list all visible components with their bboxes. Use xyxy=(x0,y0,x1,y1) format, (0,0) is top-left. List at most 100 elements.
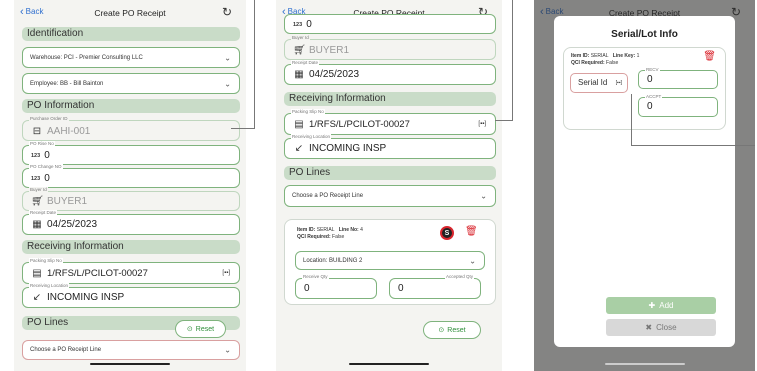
plus-icon: ✚ xyxy=(648,301,656,310)
screen-create-po-receipt-1: ‹ Back Create PO Receipt ↻ Identificatio… xyxy=(14,0,246,371)
item-id-label: Item ID: xyxy=(571,53,590,59)
receiving-location-field[interactable]: Receiving Location ↙ INCOMING INSP xyxy=(22,283,240,308)
home-indicator xyxy=(90,363,170,365)
po-change-value: 0 xyxy=(44,173,50,184)
buyer-label: Buyer Id xyxy=(29,187,48,192)
close-label: Close xyxy=(656,323,677,332)
location-select[interactable]: Location: BUILDING 2 ⌄ xyxy=(295,251,485,270)
screen-create-po-receipt-2: ‹ Back Create PO Receipt ↻ 123 0 Buyer Id… xyxy=(276,0,502,371)
page-title: Create PO Receipt xyxy=(94,8,166,18)
po-line-select-value: Choose a PO Receipt Line xyxy=(30,347,102,353)
accepted-qty-label: Accepted Qty xyxy=(444,274,474,279)
po-rise-value: 0 xyxy=(44,150,50,161)
po-rise-field[interactable]: PO Rise No 123 0 xyxy=(22,141,240,165)
reset-button[interactable]: ⊙ Reset xyxy=(175,320,226,338)
recv-value: 0 xyxy=(647,74,653,85)
packing-slip-label: Packing Slip No xyxy=(291,109,325,114)
warehouse-value: Warehouse: PCI - Premier Consulting LLC xyxy=(30,54,143,61)
chevron-down-icon: ⌄ xyxy=(469,256,476,265)
receipt-date-field[interactable]: Receipt Date ▦ 04/25/2023 xyxy=(284,60,496,85)
reset-icon: ⊙ xyxy=(186,326,193,333)
receiving-location-field[interactable]: Receiving Location ↙ INCOMING INSP xyxy=(284,134,496,159)
line-no-value: 4 xyxy=(360,227,363,233)
number-icon: 123 xyxy=(31,175,41,182)
arrow-down-left-icon: ↙ xyxy=(294,143,304,154)
callout-line xyxy=(231,128,255,129)
po-line-select[interactable]: Choose a PO Receipt Line ⌄ xyxy=(284,185,496,207)
reset-icon: ⊙ xyxy=(438,327,445,334)
po-change-label: PO Change NO xyxy=(29,164,63,169)
section-identification: Identification xyxy=(22,27,240,41)
document-icon: ▤ xyxy=(32,268,42,279)
cart-icon: 🛒︎ xyxy=(31,196,44,207)
po-line-select[interactable]: Choose a PO Receipt Line ⌄ xyxy=(22,340,240,360)
po-line-select-value: Choose a PO Receipt Line xyxy=(292,193,364,199)
item-id-value: SERIAL xyxy=(316,227,335,233)
add-button[interactable]: ✚ Add xyxy=(606,297,716,314)
employee-select[interactable]: Employee: BB - Bill Bainton ⌄ xyxy=(22,73,240,94)
po-line-info: Item ID: SERIAL Line No: 4 QCI Required:… xyxy=(297,227,363,240)
po-line-card[interactable]: Item ID: SERIAL Line No: 4 QCI Required:… xyxy=(284,219,496,305)
arrow-down-left-icon: ↙ xyxy=(32,292,42,303)
serial-id-input[interactable]: Serial Id [▪▪] xyxy=(570,73,628,93)
packing-slip-field[interactable]: Packing Slip No ▤ 1/RFS/L/PCILOT-00027 [▪… xyxy=(22,258,240,284)
recv-qty-field[interactable]: RECV 0 xyxy=(638,67,718,89)
warehouse-select[interactable]: Warehouse: PCI - Premier Consulting LLC … xyxy=(22,47,240,68)
modal-title: Serial/Lot Info xyxy=(611,29,678,40)
refresh-icon[interactable]: ↻ xyxy=(222,5,232,19)
qr-scan-icon[interactable]: [▪▪] xyxy=(616,80,622,86)
accpt-qty-field[interactable]: ACCPT 0 xyxy=(638,94,718,117)
accepted-qty-field[interactable]: Accepted Qty 0 xyxy=(389,274,481,299)
purchase-order-icon: ⊟ xyxy=(32,126,42,137)
serial-lot-button[interactable]: S xyxy=(440,226,454,240)
accpt-value: 0 xyxy=(647,101,653,112)
line-no-label: Line No: xyxy=(338,227,359,233)
section-po-lines: PO Lines xyxy=(284,166,496,180)
cart-icon: 🛒︎ xyxy=(293,45,306,56)
close-button[interactable]: ✖ Close xyxy=(606,319,716,336)
po-change-field[interactable]: PO Change NO 123 0 xyxy=(22,164,240,188)
callout-line xyxy=(254,0,255,129)
document-icon: ▤ xyxy=(294,119,304,130)
qr-scan-icon[interactable]: [▪▪] xyxy=(478,121,486,127)
chevron-down-icon: ⌄ xyxy=(224,79,231,88)
screen-serial-lot-modal: ‹ Back Create PO Receipt ↻ Serial/Lot In… xyxy=(534,0,755,371)
packing-slip-field[interactable]: Packing Slip No ▤ 1/RFS/L/PCILOT-00027 [▪… xyxy=(284,109,496,135)
qci-label: QCI Required: xyxy=(297,233,331,240)
serial-item-info: Item ID: SERIAL Line Key: 1 QCI Required… xyxy=(571,53,639,66)
accpt-label: ACCPT xyxy=(645,94,663,99)
close-icon: ✖ xyxy=(645,323,653,332)
section-receiving-information: Receiving Information xyxy=(284,92,496,106)
buyer-field: Buyer Id 🛒︎ BUYER1 xyxy=(22,187,240,211)
reset-button[interactable]: ⊙ Reset xyxy=(423,321,481,339)
chevron-down-icon: ⌄ xyxy=(480,191,487,201)
receive-qty-field[interactable]: Receive Qty 0 xyxy=(295,274,377,299)
receipt-date-field[interactable]: Receipt Date ▦ 04/25/2023 xyxy=(22,210,240,235)
callout-line xyxy=(631,94,632,146)
add-label: Add xyxy=(659,301,674,310)
serial-lot-modal: Serial/Lot Info Item ID: SERIAL Line Key… xyxy=(554,16,735,347)
chevron-down-icon: ⌄ xyxy=(224,53,231,62)
receiving-location-value: INCOMING INSP xyxy=(47,292,125,303)
item-id-value: SERIAL xyxy=(590,53,609,59)
trash-icon[interactable]: 🗑︎ xyxy=(703,51,716,62)
chevron-down-icon: ⌄ xyxy=(224,345,231,355)
po-rise-label: PO Rise No xyxy=(29,141,55,146)
receiving-location-value: INCOMING INSP xyxy=(309,143,387,154)
callout-line xyxy=(631,145,755,146)
po-change-field[interactable]: 123 0 xyxy=(284,14,496,34)
receiving-location-label: Receiving Location xyxy=(29,283,70,288)
buyer-field: Buyer Id 🛒︎ BUYER1 xyxy=(284,35,496,60)
line-key-value: 1 xyxy=(636,53,640,59)
serial-card: Item ID: SERIAL Line Key: 1 QCI Required… xyxy=(563,47,726,130)
home-indicator xyxy=(604,363,685,365)
receipt-date-value: 04/25/2023 xyxy=(309,69,360,80)
purchase-order-field: Purchase Order ID ⊟ AAHI-001 xyxy=(22,116,240,141)
buyer-label: Buyer Id xyxy=(291,35,310,40)
receive-qty-label: Receive Qty xyxy=(302,274,329,279)
number-icon: 123 xyxy=(31,152,41,159)
buyer-value: BUYER1 xyxy=(47,196,88,207)
trash-icon[interactable]: 🗑︎ xyxy=(465,226,478,237)
qr-scan-icon[interactable]: [▪▪] xyxy=(222,270,230,276)
purchase-order-label: Purchase Order ID xyxy=(29,116,69,121)
